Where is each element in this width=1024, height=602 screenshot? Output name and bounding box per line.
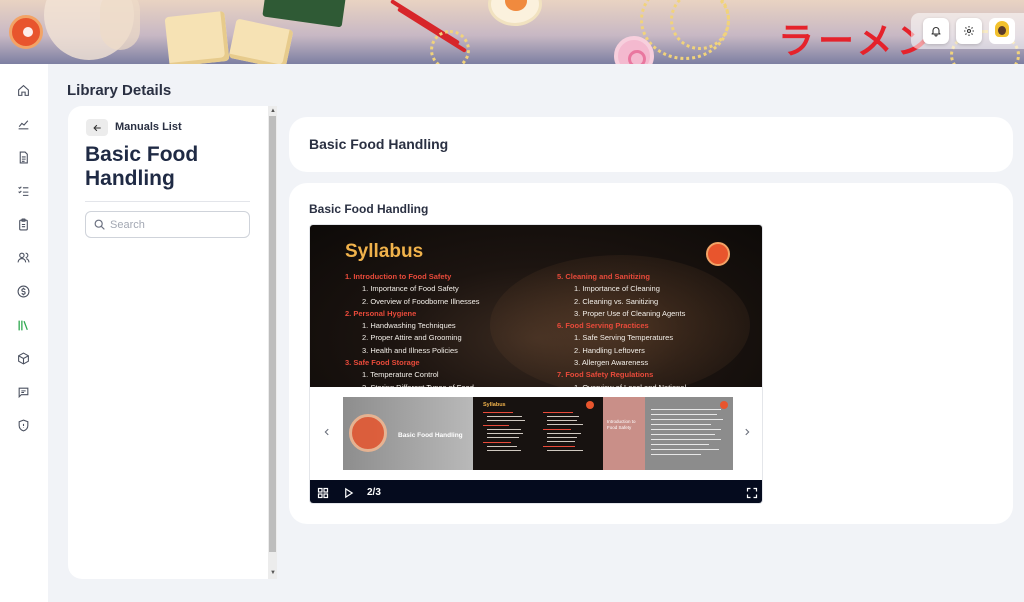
sidebar-item-analytics[interactable] — [12, 113, 34, 135]
sidebar-item-documents[interactable] — [12, 146, 34, 168]
page-title: Library Details — [67, 82, 172, 99]
thumb-2-title: Syllabus — [483, 402, 506, 408]
scroll-down-arrow-icon[interactable]: ▼ — [270, 570, 276, 576]
thumbnail-slide-3[interactable]: Introduction to Food Safety — [603, 397, 733, 470]
sidebar-item-inventory[interactable] — [12, 347, 34, 369]
sidebar-item-home[interactable] — [12, 79, 34, 101]
box-icon — [17, 351, 29, 365]
thumbnail-next-button[interactable] — [742, 425, 752, 441]
dollar-icon — [17, 285, 29, 297]
sidebar-item-tasks[interactable] — [12, 179, 34, 201]
chevron-right-icon — [745, 428, 750, 436]
search-icon — [94, 219, 105, 230]
users-icon — [17, 252, 29, 262]
grid-icon — [317, 487, 329, 499]
manual-title: Basic Food Handling — [85, 143, 199, 190]
header-actions — [911, 13, 1024, 49]
sidebar-item-users[interactable] — [12, 246, 34, 268]
syllabus-section: 3. Safe Food Storage — [345, 358, 420, 368]
syllabus-subitem: 3. Allergen Awareness — [574, 358, 649, 368]
content-header-card: Basic Food Handling — [289, 117, 1013, 172]
search-box[interactable] — [85, 211, 250, 238]
thumb-3-label: Introduction to Food Safety — [607, 419, 636, 430]
syllabus-subitem: 2. Handling Leftovers — [574, 345, 645, 355]
syllabus-subitem: 1. Safe Serving Temperatures — [574, 333, 674, 343]
slide-logo-icon — [706, 242, 730, 266]
sidebar-item-clipboard[interactable] — [12, 213, 34, 235]
syllabus-subitem: 3. Proper Use of Cleaning Agents — [574, 308, 686, 318]
sidebar-item-messages[interactable] — [12, 381, 34, 403]
panel-scrollbar-thumb[interactable] — [269, 116, 276, 552]
chat-icon — [18, 387, 28, 398]
arrow-left-icon — [93, 124, 101, 131]
thumbnail-slide-2[interactable]: Syllabus — [473, 397, 603, 470]
back-button[interactable] — [86, 119, 108, 136]
syllabus-subitem: 2. Overview of Foodborne Illnesses — [362, 296, 480, 306]
syllabus-subitem: 1. Importance of Cleaning — [574, 284, 660, 294]
shield-icon — [18, 419, 28, 431]
checklist-icon — [17, 185, 28, 196]
syllabus-right-column: 5. Cleaning and Sanitizing 1. Importance … — [557, 271, 686, 387]
thumbnail-prev-button[interactable] — [322, 425, 332, 441]
home-icon — [17, 84, 29, 96]
document-title: Basic Food Handling — [309, 202, 429, 216]
document-icon — [19, 151, 28, 163]
chevron-left-icon — [324, 428, 329, 436]
library-icon — [18, 320, 28, 330]
chart-line-icon — [18, 119, 28, 129]
content-title: Basic Food Handling — [309, 136, 449, 152]
play-icon — [345, 487, 354, 499]
notification-button[interactable] — [923, 18, 949, 44]
syllabus-subitem: 1. Handwashing Techniques — [362, 321, 456, 331]
syllabus-left-column: 1. Introduction to Food Safety 1. Importa… — [345, 271, 480, 387]
syllabus-section: 1. Introduction to Food Safety — [345, 272, 452, 281]
current-slide[interactable]: Syllabus 1. Introduction to Food Safety 1… — [310, 225, 762, 387]
syllabus-section: 2. Personal Hygiene — [345, 308, 417, 318]
viewer-toolbar: 2/3 — [310, 480, 762, 503]
clipboard-icon — [18, 218, 28, 230]
fullscreen-button[interactable] — [746, 486, 758, 503]
bell-icon — [931, 27, 941, 37]
scroll-up-arrow-icon[interactable]: ▲ — [270, 108, 276, 114]
syllabus-subitem: 1. Temperature Control — [362, 370, 439, 380]
thumbnail-strip: Basic Food Handling Syllabus Introductio… — [310, 387, 762, 480]
sidebar-item-finance[interactable] — [12, 280, 34, 302]
sidebar-nav — [0, 64, 48, 602]
gear-icon — [964, 26, 974, 36]
sidebar-item-library[interactable] — [12, 314, 34, 336]
document-viewer[interactable]: Syllabus 1. Introduction to Food Safety 1… — [309, 224, 763, 504]
page-indicator: 2/3 — [367, 487, 381, 498]
syllabus-section: 6. Food Serving Practices — [557, 321, 649, 331]
syllabus-subitem: 2. Cleaning vs. Sanitizing — [574, 296, 659, 306]
syllabus-subitem: 2. Proper Attire and Grooming — [362, 333, 462, 343]
syllabus-section: 7. Food Safety Regulations — [557, 370, 654, 380]
syllabus-subitem: 1. Importance of Food Safety — [362, 284, 459, 294]
thumb-logo-icon — [349, 414, 387, 452]
slide-title: Syllabus — [345, 241, 424, 262]
user-avatar[interactable] — [989, 18, 1015, 44]
settings-button[interactable] — [956, 18, 982, 44]
thumbnail-slide-1[interactable]: Basic Food Handling — [343, 397, 473, 470]
manuals-list-link[interactable]: Manuals List — [115, 121, 182, 133]
thumb-1-label: Basic Food Handling — [398, 432, 463, 439]
grid-view-button[interactable] — [317, 486, 329, 503]
search-input[interactable] — [110, 217, 240, 233]
syllabus-section: 5. Cleaning and Sanitizing — [557, 272, 650, 281]
syllabus-subitem: 3. Health and Illness Policies — [362, 345, 458, 355]
divider — [85, 201, 250, 202]
header-banner: ラーメン — [0, 0, 1024, 64]
fullscreen-icon — [746, 487, 758, 499]
play-button[interactable] — [343, 486, 354, 503]
ramen-bowl-logo-icon[interactable] — [9, 15, 43, 49]
sidebar-item-security[interactable] — [12, 414, 34, 436]
